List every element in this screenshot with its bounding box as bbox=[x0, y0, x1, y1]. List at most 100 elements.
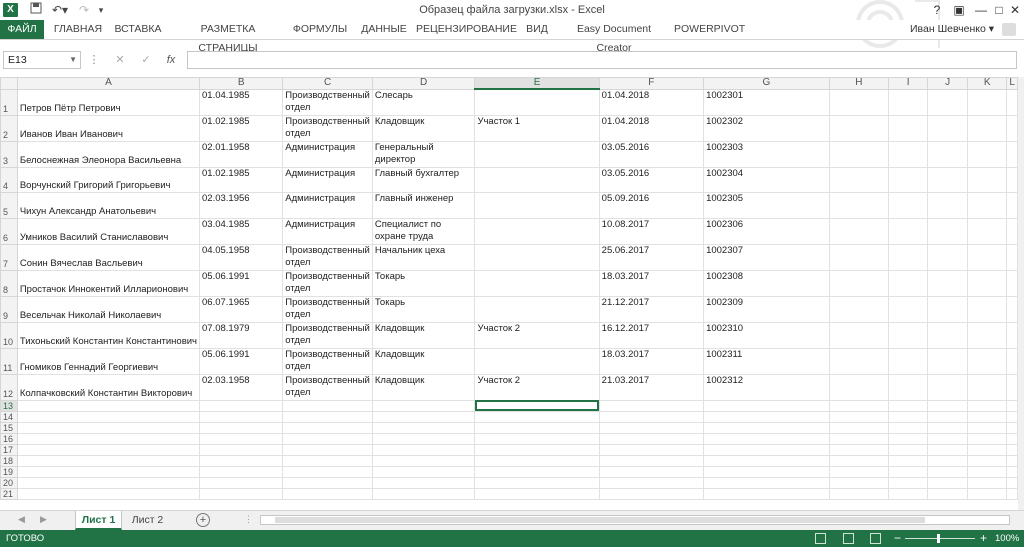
empty-cell[interactable] bbox=[967, 347, 1008, 375]
empty-cell[interactable] bbox=[967, 243, 1008, 271]
cell-d[interactable]: Кладовщик bbox=[371, 114, 476, 142]
row-header[interactable]: 13 bbox=[0, 399, 18, 412]
empty-cell[interactable] bbox=[703, 421, 830, 434]
enter-check-icon[interactable]: ✓ bbox=[138, 52, 154, 68]
cell-f[interactable]: 25.06.2017 bbox=[598, 243, 705, 271]
empty-cell[interactable] bbox=[927, 217, 969, 245]
empty-cell[interactable] bbox=[888, 487, 929, 500]
zoom-out-icon[interactable]: − bbox=[894, 530, 901, 547]
column-header[interactable]: L bbox=[1006, 77, 1018, 90]
tab-easy-document-creator[interactable]: Easy Document Creator bbox=[560, 20, 668, 54]
row-header[interactable]: 21 bbox=[0, 487, 18, 500]
empty-cell[interactable] bbox=[927, 432, 969, 445]
cell-b[interactable]: 07.08.1979 bbox=[199, 321, 284, 349]
column-header[interactable]: I bbox=[888, 77, 929, 90]
prev-sheet-icon[interactable]: ◀ bbox=[18, 514, 25, 525]
empty-cell[interactable] bbox=[967, 140, 1008, 168]
empty-cell[interactable] bbox=[282, 465, 373, 478]
zoom-level[interactable]: 100% bbox=[995, 530, 1019, 547]
tab-review[interactable]: РЕЦЕНЗИРОВАНИЕ bbox=[416, 20, 517, 39]
empty-cell[interactable] bbox=[888, 217, 929, 245]
empty-cell[interactable] bbox=[199, 421, 284, 434]
empty-cell[interactable] bbox=[927, 410, 969, 423]
cell-e[interactable] bbox=[474, 347, 600, 375]
empty-cell[interactable] bbox=[598, 465, 705, 478]
cell-e[interactable]: Участок 2 bbox=[474, 321, 600, 349]
empty-cell[interactable] bbox=[703, 399, 830, 412]
empty-cell[interactable] bbox=[967, 454, 1008, 467]
cell-b[interactable]: 02.01.1958 bbox=[199, 140, 284, 168]
empty-cell[interactable] bbox=[967, 295, 1008, 323]
cell-f[interactable]: 10.08.2017 bbox=[598, 217, 705, 245]
empty-cell[interactable] bbox=[282, 443, 373, 456]
empty-cell[interactable] bbox=[828, 321, 890, 349]
empty-cell[interactable] bbox=[888, 88, 929, 116]
excel-app-icon[interactable]: X bbox=[3, 3, 18, 17]
empty-cell[interactable] bbox=[828, 476, 890, 489]
row-header[interactable]: 17 bbox=[0, 443, 18, 456]
empty-cell[interactable] bbox=[967, 443, 1008, 456]
cell-b[interactable]: 06.07.1965 bbox=[199, 295, 284, 323]
empty-cell[interactable] bbox=[927, 373, 969, 401]
empty-cell[interactable] bbox=[1006, 476, 1018, 489]
empty-cell[interactable] bbox=[282, 487, 373, 500]
empty-cell[interactable] bbox=[967, 476, 1008, 489]
zoom-in-icon[interactable]: + bbox=[980, 530, 987, 547]
empty-cell[interactable] bbox=[16, 443, 201, 456]
empty-cell[interactable] bbox=[474, 454, 600, 467]
cell-f[interactable]: 18.03.2017 bbox=[598, 269, 705, 297]
select-all-corner[interactable] bbox=[0, 77, 18, 90]
empty-cell[interactable] bbox=[828, 140, 890, 168]
empty-cell[interactable] bbox=[927, 399, 969, 412]
empty-cell[interactable] bbox=[1006, 410, 1018, 423]
cell-g[interactable]: 1002303 bbox=[703, 140, 830, 168]
empty-cell[interactable] bbox=[828, 217, 890, 245]
cell-f[interactable]: 05.09.2016 bbox=[598, 192, 705, 219]
empty-cell[interactable] bbox=[1006, 88, 1018, 116]
empty-cell[interactable] bbox=[703, 443, 830, 456]
cell-a[interactable]: Чихун Александр Анатольевич bbox=[16, 192, 201, 219]
column-header[interactable]: G bbox=[703, 77, 830, 90]
cell-g[interactable]: 1002304 bbox=[703, 166, 830, 194]
empty-cell[interactable] bbox=[16, 454, 201, 467]
redo-icon[interactable]: ↷ bbox=[76, 2, 92, 18]
empty-cell[interactable] bbox=[927, 269, 969, 297]
cell-c[interactable]: Производственный отдел bbox=[282, 243, 373, 271]
tab-home[interactable]: ГЛАВНАЯ bbox=[50, 20, 106, 39]
row-header[interactable]: 15 bbox=[0, 421, 18, 434]
sheet-tab-1[interactable]: Лист 1 bbox=[75, 511, 122, 530]
ribbon-display-options-button[interactable]: ▣ bbox=[948, 1, 970, 19]
cell-g[interactable]: 1002312 bbox=[703, 373, 830, 401]
user-avatar[interactable] bbox=[1002, 23, 1016, 36]
cell-e[interactable] bbox=[474, 295, 600, 323]
empty-cell[interactable] bbox=[828, 465, 890, 478]
empty-cell[interactable] bbox=[927, 114, 969, 142]
chevron-down-icon[interactable]: ▼ bbox=[69, 52, 77, 68]
empty-cell[interactable] bbox=[888, 476, 929, 489]
empty-cell[interactable] bbox=[927, 321, 969, 349]
empty-cell[interactable] bbox=[888, 373, 929, 401]
tab-data[interactable]: ДАННЫЕ bbox=[356, 20, 412, 39]
empty-cell[interactable] bbox=[1006, 217, 1018, 245]
empty-cell[interactable] bbox=[888, 321, 929, 349]
empty-cell[interactable] bbox=[828, 487, 890, 500]
empty-cell[interactable] bbox=[703, 487, 830, 500]
empty-cell[interactable] bbox=[474, 443, 600, 456]
empty-cell[interactable] bbox=[1006, 421, 1018, 434]
cell-f[interactable]: 21.12.2017 bbox=[598, 295, 705, 323]
empty-cell[interactable] bbox=[371, 487, 476, 500]
empty-cell[interactable] bbox=[1006, 321, 1018, 349]
name-box[interactable]: E13 ▼ bbox=[3, 51, 81, 69]
column-header[interactable]: E bbox=[474, 77, 600, 90]
cell-a[interactable]: Гномиков Геннадий Георгиевич bbox=[16, 347, 201, 375]
cell-g[interactable]: 1002310 bbox=[703, 321, 830, 349]
empty-cell[interactable] bbox=[888, 421, 929, 434]
cell-d[interactable]: Главный бухгалтер bbox=[371, 166, 476, 194]
empty-cell[interactable] bbox=[474, 476, 600, 489]
empty-cell[interactable] bbox=[967, 373, 1008, 401]
cell-b[interactable]: 02.03.1958 bbox=[199, 373, 284, 401]
cell-a[interactable]: Ворчунский Григорий Григорьевич bbox=[16, 166, 201, 194]
empty-cell[interactable] bbox=[16, 465, 201, 478]
empty-cell[interactable] bbox=[1006, 443, 1018, 456]
empty-cell[interactable] bbox=[1006, 432, 1018, 445]
